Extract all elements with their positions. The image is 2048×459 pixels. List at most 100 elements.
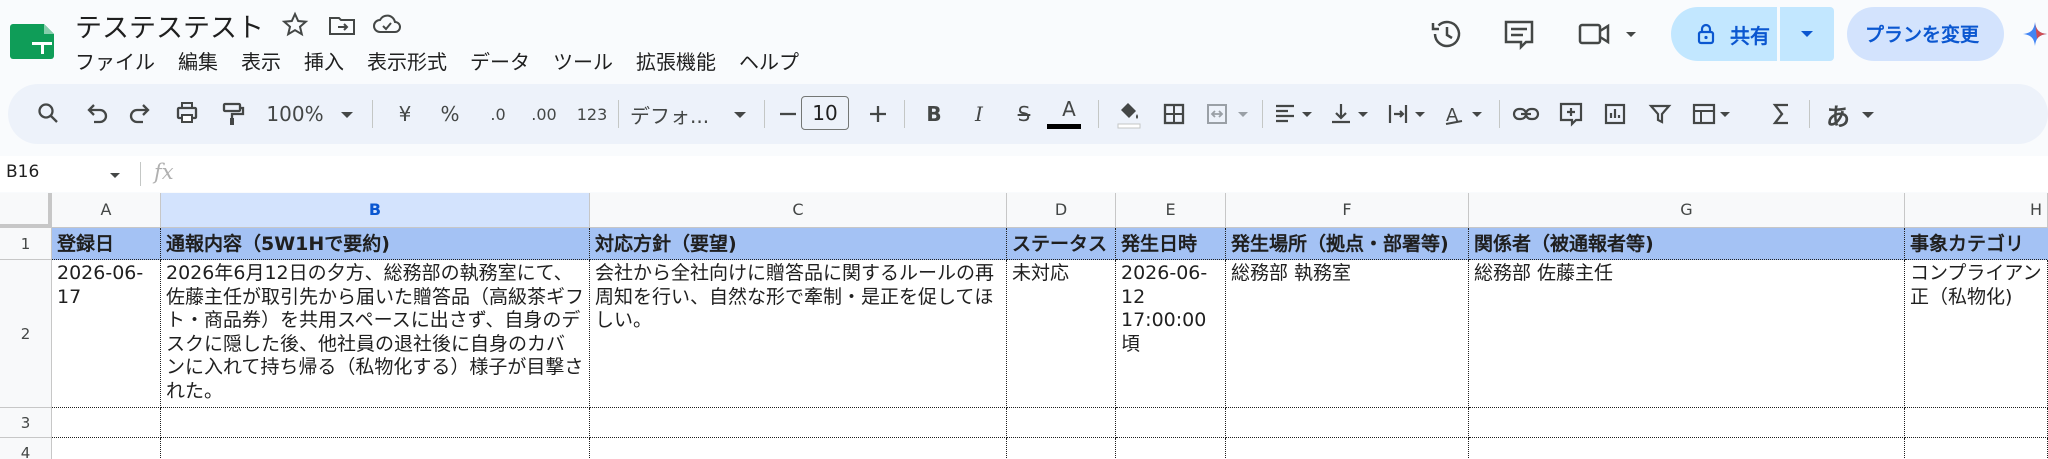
gemini-icon[interactable]	[2022, 20, 2048, 48]
header-cell-location[interactable]: 発生場所（拠点・部署等)	[1226, 228, 1469, 260]
formula-input[interactable]	[190, 160, 2040, 188]
move-folder-icon[interactable]	[327, 10, 357, 40]
menu-data[interactable]: データ	[470, 46, 530, 74]
column-header-e[interactable]: E	[1116, 193, 1226, 228]
cloud-saved-icon[interactable]	[372, 10, 402, 40]
menu-extensions[interactable]: 拡張機能	[636, 46, 716, 74]
fill-color-icon[interactable]	[1112, 84, 1144, 144]
empty-cell[interactable]	[1116, 408, 1226, 438]
vertical-align-icon[interactable]	[1326, 84, 1376, 144]
font-family-select[interactable]: デフォ...	[630, 84, 740, 144]
document-title[interactable]: テステステスト	[75, 6, 264, 45]
input-tools-button[interactable]: あ	[1820, 84, 1856, 144]
row-header-4[interactable]: 4	[0, 438, 52, 459]
redo-icon[interactable]	[125, 84, 157, 144]
number-format-button[interactable]: 123	[570, 84, 614, 144]
empty-cell[interactable]	[590, 438, 1007, 459]
cell-event-category[interactable]: コンプライアン正（私物化)	[1905, 260, 2048, 408]
zoom-value[interactable]: 100%	[260, 84, 330, 144]
text-rotation-icon[interactable]: A	[1440, 84, 1490, 144]
header-cell-response-policy[interactable]: 対応方針（要望)	[590, 228, 1007, 260]
column-header-f[interactable]: F	[1226, 193, 1469, 228]
row-header-1[interactable]: 1	[0, 228, 52, 260]
column-header-a[interactable]: A	[52, 193, 161, 228]
cell-occurred-at[interactable]: 2026-06-12 17:00:00頃	[1116, 260, 1226, 408]
comments-icon[interactable]	[1499, 14, 1539, 54]
print-icon[interactable]	[171, 84, 203, 144]
empty-cell[interactable]	[161, 438, 590, 459]
cell-status[interactable]: 未対応	[1007, 260, 1116, 408]
menu-format[interactable]: 表示形式	[367, 46, 447, 74]
name-box-dropdown-chevron-icon[interactable]	[106, 166, 124, 184]
menu-edit[interactable]: 編集	[178, 46, 218, 74]
empty-cell[interactable]	[1007, 408, 1116, 438]
menu-insert[interactable]: 挿入	[304, 46, 344, 74]
filter-icon[interactable]	[1644, 84, 1676, 144]
column-header-g[interactable]: G	[1469, 193, 1905, 228]
empty-cell[interactable]	[1116, 438, 1226, 459]
empty-cell[interactable]	[52, 408, 161, 438]
cell-response-policy[interactable]: 会社から全社向けに贈答品に関するルールの再周知を行い、自然な形で牽制・是正を促し…	[590, 260, 1007, 408]
input-tools-dropdown-chevron-icon[interactable]	[1856, 84, 1880, 144]
column-header-h[interactable]: H	[1905, 193, 2048, 228]
header-cell-status[interactable]: ステータス	[1007, 228, 1116, 260]
column-header-c[interactable]: C	[590, 193, 1007, 228]
column-header-d[interactable]: D	[1007, 193, 1116, 228]
italic-button[interactable]: I	[961, 84, 997, 144]
empty-cell[interactable]	[1905, 408, 2048, 438]
text-color-button[interactable]: A	[1051, 84, 1087, 144]
menu-view[interactable]: 表示	[241, 46, 281, 74]
empty-cell[interactable]	[1469, 408, 1905, 438]
share-dropdown-chevron-icon[interactable]	[1779, 7, 1834, 61]
empty-cell[interactable]	[1226, 408, 1469, 438]
cell-report-content[interactable]: 2026年6月12日の夕方、総務部の執務室にて、佐藤主任が取引先から届いた贈答品…	[161, 260, 590, 408]
meet-video-icon[interactable]	[1574, 14, 1644, 54]
font-size-input[interactable]: 10	[801, 96, 849, 130]
strikethrough-button[interactable]: S	[1006, 84, 1042, 144]
borders-icon[interactable]	[1158, 84, 1190, 144]
header-cell-event-category[interactable]: 事象カテゴリ	[1905, 228, 2048, 260]
empty-cell[interactable]	[161, 408, 590, 438]
bold-button[interactable]: B	[916, 84, 952, 144]
header-cell-persons-involved[interactable]: 関係者（被通報者等)	[1469, 228, 1905, 260]
sheets-logo-icon[interactable]	[10, 20, 58, 60]
search-menus-icon[interactable]	[32, 84, 64, 144]
insert-link-icon[interactable]	[1510, 84, 1542, 144]
header-cell-registered-date[interactable]: 登録日	[52, 228, 161, 260]
insert-chart-icon[interactable]	[1599, 84, 1631, 144]
empty-cell[interactable]	[1226, 438, 1469, 459]
increase-decimal-button[interactable]: .00	[522, 84, 566, 144]
text-wrapping-icon[interactable]	[1383, 84, 1433, 144]
header-cell-report-content[interactable]: 通報内容（5W1Hで要約)	[161, 228, 590, 260]
empty-cell[interactable]	[1905, 438, 2048, 459]
zoom-dropdown-chevron-icon[interactable]	[335, 84, 359, 144]
menu-tools[interactable]: ツール	[553, 46, 613, 74]
star-icon[interactable]	[280, 10, 310, 40]
insert-comment-icon[interactable]	[1555, 84, 1587, 144]
row-header-3[interactable]: 3	[0, 408, 52, 438]
cell-registered-date[interactable]: 2026-06-17	[52, 260, 161, 408]
decrease-font-size-icon[interactable]	[774, 84, 802, 144]
row-header-2[interactable]: 2	[0, 260, 52, 408]
version-history-icon[interactable]	[1427, 14, 1467, 54]
empty-cell[interactable]	[52, 438, 161, 459]
column-header-b[interactable]: B	[161, 193, 590, 228]
percent-format-button[interactable]: %	[435, 84, 465, 144]
filter-views-icon[interactable]	[1688, 84, 1738, 144]
menu-help[interactable]: ヘルプ	[739, 46, 799, 74]
horizontal-align-icon[interactable]	[1270, 84, 1320, 144]
increase-font-size-icon[interactable]	[864, 84, 892, 144]
undo-icon[interactable]	[80, 84, 112, 144]
cell-location[interactable]: 総務部 執務室	[1226, 260, 1469, 408]
currency-format-button[interactable]: ¥	[390, 84, 420, 144]
merge-cells-icon[interactable]	[1202, 84, 1256, 144]
empty-cell[interactable]	[1469, 438, 1905, 459]
paint-format-icon[interactable]	[216, 84, 248, 144]
font-dropdown-chevron-icon[interactable]	[728, 84, 752, 144]
functions-icon[interactable]	[1766, 84, 1798, 144]
empty-cell[interactable]	[590, 408, 1007, 438]
empty-cell[interactable]	[1007, 438, 1116, 459]
menu-file[interactable]: ファイル	[75, 46, 155, 74]
select-all-corner[interactable]	[0, 193, 52, 228]
decrease-decimal-button[interactable]: .0	[478, 84, 518, 144]
